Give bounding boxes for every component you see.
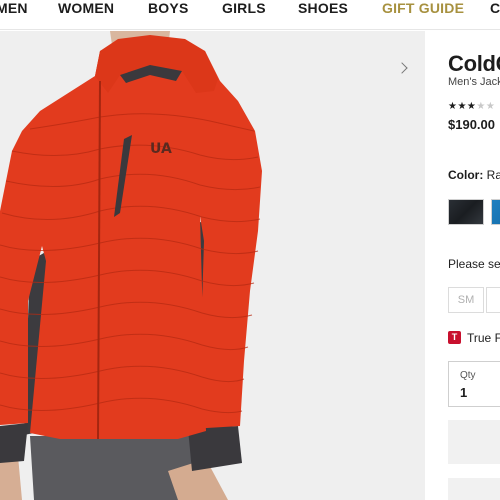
color-swatch-blue[interactable] bbox=[491, 199, 500, 225]
product-title: ColdG bbox=[448, 51, 500, 76]
quantity-label: Qty bbox=[460, 370, 476, 381]
color-selection-label: Color: Rac bbox=[448, 168, 500, 182]
nav-gift-guide[interactable]: GIFT GUIDE bbox=[382, 0, 464, 16]
nav-shoes[interactable]: SHOES bbox=[298, 0, 348, 16]
add-to-bag-button[interactable] bbox=[448, 420, 500, 464]
quantity-select[interactable]: Qty 1 bbox=[448, 361, 500, 407]
true-fit-icon: T bbox=[448, 331, 461, 344]
star-empty-icon: ★★ bbox=[476, 101, 496, 112]
color-swatch-black[interactable] bbox=[448, 199, 484, 225]
product-subtitle: Men's Jack bbox=[448, 76, 500, 88]
size-button-md[interactable]: M bbox=[486, 287, 500, 313]
size-prompt: Please sel bbox=[448, 257, 500, 271]
nav-boys[interactable]: BOYS bbox=[148, 0, 188, 16]
size-button-sm[interactable]: SM bbox=[448, 287, 484, 313]
svg-text:UA: UA bbox=[150, 141, 172, 157]
color-value: Rac bbox=[486, 168, 500, 182]
color-label: Color: bbox=[448, 168, 484, 182]
rating-stars[interactable]: ★★★★★ bbox=[448, 101, 495, 112]
star-filled-icon: ★★★ bbox=[448, 101, 477, 112]
product-price: $190.00 bbox=[448, 117, 495, 132]
nav-girls[interactable]: GIRLS bbox=[222, 0, 266, 16]
product-details-panel: ColdG Men's Jack ★★★★★ $190.00 Color: Ra… bbox=[425, 31, 500, 500]
nav-men[interactable]: MEN bbox=[0, 0, 28, 16]
secondary-action-button[interactable] bbox=[448, 478, 500, 500]
product-image-gallery[interactable]: UA bbox=[0, 31, 425, 500]
product-image: UA bbox=[0, 31, 425, 500]
true-fit-link[interactable]: True Fi bbox=[467, 331, 500, 345]
nav-women[interactable]: WOMEN bbox=[58, 0, 114, 16]
top-navigation: MEN WOMEN BOYS GIRLS SHOES GIFT GUIDE C bbox=[0, 0, 500, 30]
quantity-value: 1 bbox=[460, 385, 468, 400]
nav-cut-off-item[interactable]: C bbox=[490, 0, 500, 16]
